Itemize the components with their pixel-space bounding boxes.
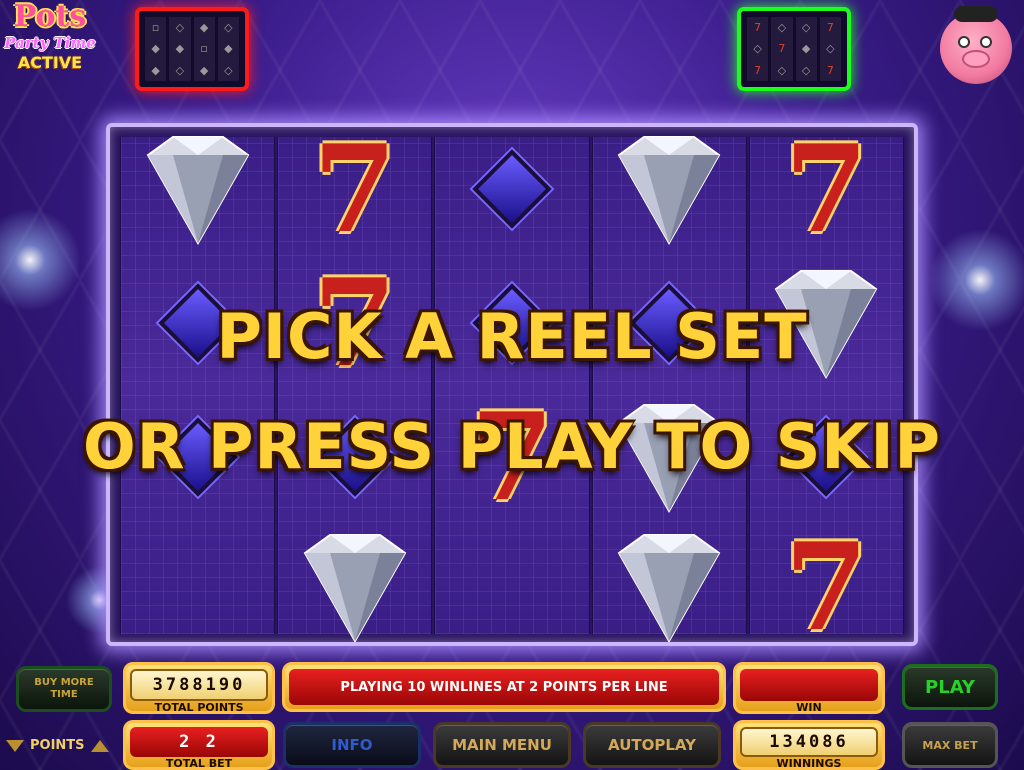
- logo-line1: Pots: [13, 0, 87, 34]
- eye-icon: [980, 36, 992, 48]
- reel-set-red[interactable]: ▫ ◆ ◆ ◇ ◆ ◇ ◆ ▫ ◆ ◇ ◆ ◇: [139, 11, 245, 87]
- mini-reel: 7 ◇ 7: [747, 17, 769, 81]
- reel-4: [591, 135, 747, 642]
- points-down-arrow-icon[interactable]: [6, 739, 24, 752]
- eye-icon: [958, 36, 970, 48]
- pick-message-line1: PICK A REEL SET: [216, 300, 808, 373]
- buy-more-time-button[interactable]: BUY MORE TIME: [16, 666, 112, 712]
- win-display: WIN: [733, 662, 885, 714]
- mini-reel: ◆ ▫ ◆: [193, 17, 215, 81]
- diamond-symbol: [604, 533, 734, 642]
- mini-reel: ◇ ◆ ◇: [795, 17, 817, 81]
- diamond-symbol: [604, 135, 734, 245]
- pig-mascot-avatar[interactable]: [940, 6, 1012, 84]
- max-bet-button[interactable]: MAX BET: [902, 722, 998, 768]
- blue-gem-symbol: [472, 149, 552, 229]
- winnings-value: 134086: [769, 732, 849, 752]
- reels: 77777: [120, 123, 905, 642]
- snout-icon: [962, 50, 990, 68]
- logo-line2: Party Time: [4, 34, 96, 52]
- win-label: WIN: [796, 701, 822, 714]
- points-label: POINTS: [30, 738, 85, 753]
- winnings-label: WINNINGS: [776, 757, 842, 770]
- points-selector: POINTS: [6, 738, 109, 753]
- mini-reel: ◇ ◆ ◇: [217, 17, 239, 81]
- pots-party-time-logo: Pots Party Time ACTIVE: [2, 2, 98, 84]
- seven-symbol: 7: [784, 123, 869, 260]
- mini-reel: ▫ ◆ ◆: [145, 17, 167, 81]
- mini-reel: 7 ◇ 7: [819, 17, 841, 81]
- total-bet-value: 2 2: [179, 732, 219, 752]
- total-points-display: 3788190 TOTAL POINTS: [123, 662, 275, 714]
- autoplay-button[interactable]: AUTOPLAY: [583, 722, 721, 768]
- status-bar: PLAYING 10 WINLINES AT 2 POINTS PER LINE: [282, 662, 726, 712]
- diamond-symbol: [133, 135, 263, 245]
- reel-5: 77: [748, 123, 905, 642]
- total-points-value: 3788190: [152, 675, 246, 695]
- points-up-arrow-icon[interactable]: [90, 739, 109, 752]
- reel-set-green[interactable]: 7 ◇ 7 ◇ 7 ◇ ◇ ◆ ◇ 7 ◇ 7: [741, 11, 847, 87]
- reel-3: 7: [434, 137, 590, 634]
- pick-message-line2: OR PRESS PLAY TO SKIP: [83, 410, 941, 483]
- info-button[interactable]: INFO: [283, 722, 421, 768]
- reel-window: 77777: [106, 123, 918, 646]
- main-menu-button[interactable]: MAIN MENU: [433, 722, 571, 768]
- seven-symbol: 7: [784, 517, 869, 646]
- logo-active: ACTIVE: [17, 53, 83, 72]
- reel-2: 77: [277, 123, 433, 642]
- seven-symbol: 7: [313, 123, 397, 260]
- diamond-symbol: [290, 533, 420, 642]
- play-button[interactable]: PLAY: [902, 664, 998, 710]
- top-hat-icon: [954, 6, 998, 22]
- winnings-display: 134086 WINNINGS: [733, 720, 885, 770]
- status-text: PLAYING 10 WINLINES AT 2 POINTS PER LINE: [340, 679, 668, 695]
- total-bet-label: TOTAL BET: [165, 757, 233, 770]
- total-points-label: TOTAL POINTS: [154, 701, 244, 714]
- reel-1: [120, 135, 276, 634]
- mini-reel: ◇ ◆ ◇: [169, 17, 191, 81]
- total-bet-display: 2 2 TOTAL BET: [123, 720, 275, 770]
- mini-reel: ◇ 7 ◇: [771, 17, 793, 81]
